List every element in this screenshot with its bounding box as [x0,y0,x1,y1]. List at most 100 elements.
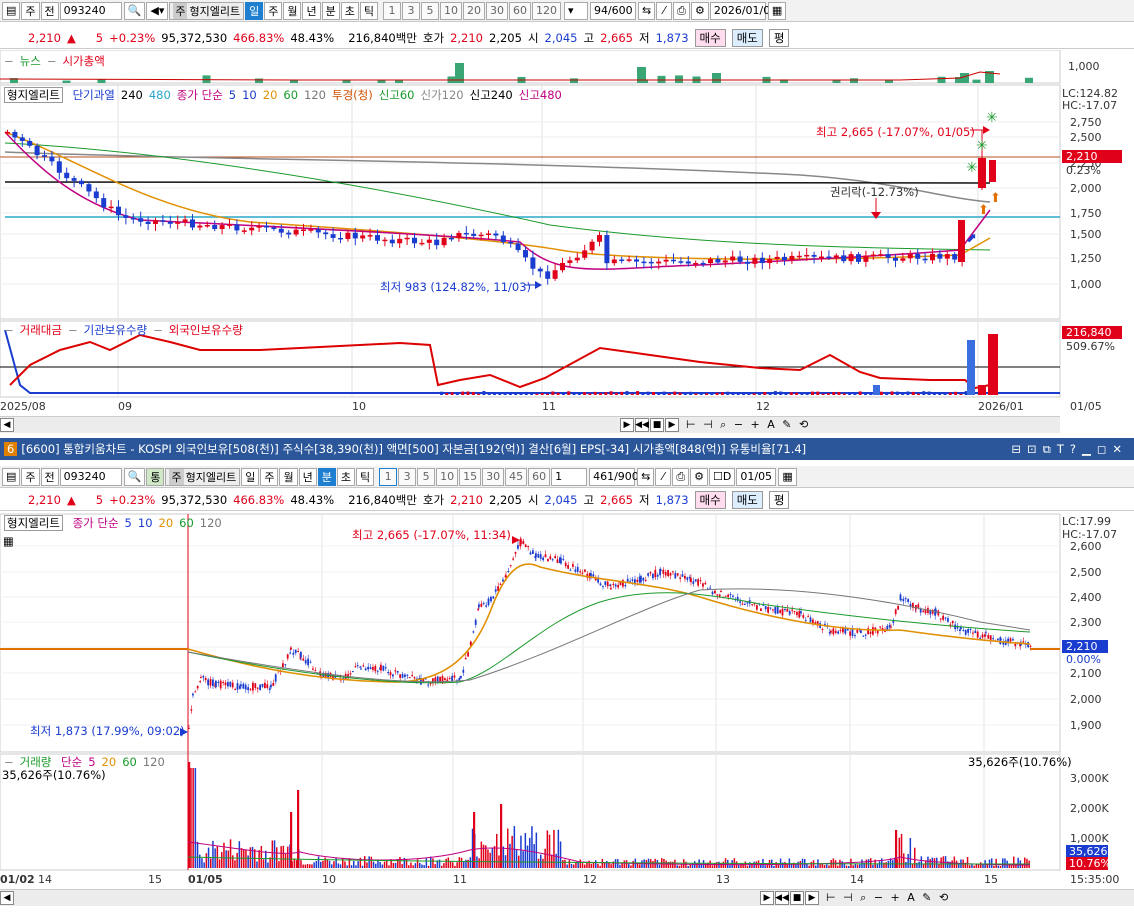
buy-button-2[interactable]: 매수 [694,491,726,509]
period-tab-1[interactable]: 주 [260,467,279,486]
period-tab-6[interactable]: 틱 [355,467,375,486]
period-tab-0[interactable]: 일 [241,467,260,486]
interval-20[interactable]: 20 [462,1,485,20]
forward-icon[interactable]: ▶ [665,418,679,432]
interval-45[interactable]: 45 [505,467,528,486]
interval-5[interactable]: 5 [420,1,439,20]
sell-button[interactable]: 매도 [731,29,763,47]
vol-legend-item-3[interactable]: 60 [122,755,137,769]
stop-icon[interactable]: ■ [650,418,664,432]
legend-item-12[interactable]: 신고240 [470,88,513,102]
interval-3[interactable]: 3 [401,1,420,20]
sell-button-2[interactable]: 매도 [731,491,763,509]
top-scrollbar[interactable]: ◀ [0,416,620,433]
speaker-icon[interactable]: ◀▾ [146,1,169,20]
interval-1[interactable]: 1 [379,467,398,486]
interval-3[interactable]: 3 [398,467,417,486]
print-icon[interactable]: ⎙ [673,1,690,20]
legend-item-2[interactable]: 10 [138,516,153,530]
link-icon[interactable]: 통 [146,467,165,486]
scroll-left-icon[interactable]: ◀ [0,418,14,432]
period-tab-3[interactable]: 년 [298,467,317,486]
period-tab-4[interactable]: 분 [321,1,340,20]
gear-icon[interactable]: ⚙ [690,1,709,20]
legend-item-9[interactable]: 투경(청) [332,88,373,102]
menu-icon[interactable]: ▤ [2,1,21,20]
gear-icon-2[interactable]: ⚙ [690,467,708,486]
forward-icon-2[interactable]: ▶ [805,891,819,905]
legend-item-4[interactable]: 60 [179,516,194,530]
interval-60[interactable]: 60 [528,467,551,486]
scroll-left-icon-2[interactable]: ◀ [0,891,14,905]
chart-tool-icon[interactable]: ⇆ [637,1,656,20]
rewind-icon[interactable]: ◀◀ [635,418,649,432]
legend-item-6[interactable]: 20 [263,88,278,102]
prev-button-2[interactable]: 전 [40,467,59,486]
search-icon[interactable]: 🔍 [123,1,146,20]
search-icon-2[interactable]: 🔍 [123,467,146,486]
interval-120[interactable]: 120 [531,1,561,20]
interval-30[interactable]: 30 [485,1,508,20]
interval-10[interactable]: 10 [439,1,462,20]
buy-button[interactable]: 매수 [694,29,726,47]
period-tab-5[interactable]: 초 [340,1,359,20]
chart-tool-icon-2[interactable]: ⇆ [637,467,655,486]
date-input[interactable]: 2026/01/05 [709,1,777,20]
eval-button-2[interactable]: 평 [768,491,790,509]
zoom-tools-2[interactable]: ⊢ ⊣ ⌕ − + A ✎ ⟲ [826,891,950,905]
bottom-scrollbar[interactable]: ◀ [0,889,760,906]
step-input[interactable]: 1 [551,467,588,486]
print-icon-2[interactable]: ⎙ [672,467,690,486]
legend-item-5[interactable]: 120 [200,516,222,530]
grid-icon[interactable]: ▦ [3,534,14,548]
period-tab-3[interactable]: 년 [302,1,321,20]
code-input-2[interactable]: 093240 [59,467,122,486]
zoom-tools[interactable]: ⊢ ⊣ ⌕ − + A ✎ ⟲ [686,418,810,432]
interval-10[interactable]: 10 [436,467,459,486]
legend-item-8[interactable]: 120 [304,88,326,102]
legend-item-10[interactable]: 신고60 [379,88,415,102]
period-tab-0[interactable]: 일 [245,1,264,20]
legend-item-5[interactable]: 10 [242,88,257,102]
period-tab-4[interactable]: 분 [317,467,336,486]
legend-item-2[interactable]: 480 [149,88,171,102]
legend-item-13[interactable]: 신고480 [519,88,562,102]
interval-30[interactable]: 30 [482,467,505,486]
legend-item-7[interactable]: 60 [283,88,298,102]
stop-icon-2[interactable]: ■ [790,891,804,905]
draw-icon[interactable]: ⁄ [656,1,673,20]
interval-select[interactable]: ▾ [563,1,588,20]
period-select-2[interactable]: 주 [21,467,40,486]
menu-icon-2[interactable]: ▤ [2,467,21,486]
period-select[interactable]: 주 [21,1,40,20]
period-tab-5[interactable]: 초 [336,467,355,486]
legend-item-3[interactable]: 20 [159,516,174,530]
play-icon[interactable]: ▶ [620,418,634,432]
period-tab-1[interactable]: 주 [264,1,283,20]
period-tab-2[interactable]: 월 [283,1,302,20]
stock-name-field-2[interactable]: 주 형지엘리트 [165,467,241,486]
interval-60[interactable]: 60 [508,1,531,20]
rewind-icon-2[interactable]: ◀◀ [775,891,789,905]
code-input[interactable]: 093240 [59,1,122,20]
prev-button[interactable]: 전 [40,1,59,20]
top-chart[interactable]: ✳✳✳⬆⬆⬈ [0,50,1134,415]
interval-1[interactable]: 1 [382,1,401,20]
legend-item-1[interactable]: 5 [125,516,132,530]
legend-stock-name[interactable]: 형지엘리트 [4,87,63,103]
play-icon-2[interactable]: ▶ [760,891,774,905]
window-controls[interactable]: ⊟⊡⧉T?▁◻✕ [1011,442,1134,457]
period-tab-6[interactable]: 틱 [359,1,378,20]
legend-item-3[interactable]: 종가 단순 [177,88,223,102]
legend-item-1[interactable]: 240 [121,88,143,102]
legend-item-0[interactable]: 단기과열 [73,88,115,102]
calendar-icon[interactable]: ▦ [767,1,787,20]
legend-stock-name-2[interactable]: 형지엘리트 [4,515,63,531]
legend-item-4[interactable]: 5 [229,88,236,102]
legend-item-11[interactable]: 신가120 [421,88,464,102]
date-input-2[interactable]: 01/05 [736,467,777,486]
stock-name-field[interactable]: 주 형지엘리트 [169,1,245,20]
calendar-icon-2[interactable]: ▦ [778,467,797,486]
bottom-chart[interactable] [0,512,1134,892]
eval-button[interactable]: 평 [768,29,790,47]
